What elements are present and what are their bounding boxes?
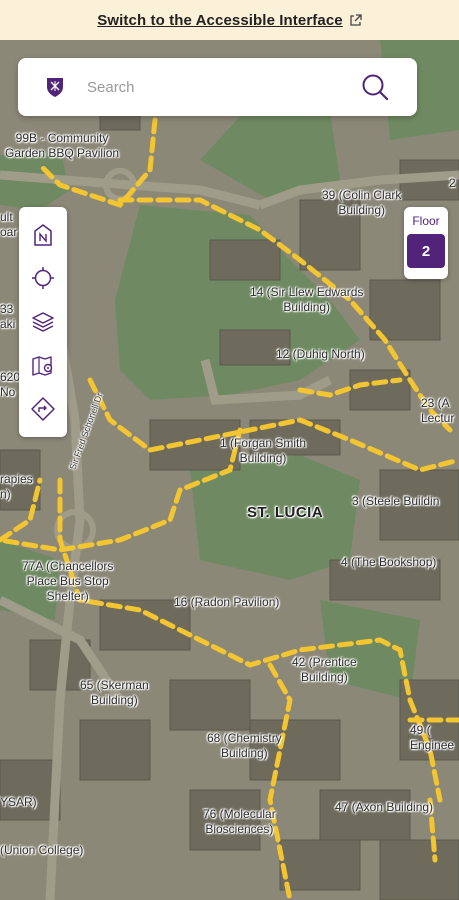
map-label[interactable]: 65 (Skerman Building) <box>80 678 149 708</box>
search-input[interactable] <box>85 77 329 97</box>
locate-me-button[interactable] <box>27 262 59 294</box>
map-label[interactable]: 39 (Colin Clark Building) <box>322 188 401 218</box>
map-label[interactable]: 4 (The Bookshop) <box>341 555 436 570</box>
north-compass-icon <box>34 223 52 246</box>
directions-button[interactable] <box>27 393 59 425</box>
map-label[interactable]: 42 (Prentice Building) <box>292 655 357 685</box>
map-label[interactable]: (Union College) <box>0 843 83 858</box>
directions-icon <box>31 397 55 421</box>
map-label[interactable]: 12 (Duhig North) <box>276 347 365 362</box>
map-label[interactable]: 16 (Radon Pavilion) <box>174 595 279 610</box>
crosshair-icon <box>32 267 54 290</box>
map-label[interactable]: 47 (Axon Building) <box>335 800 433 815</box>
map-label[interactable]: 33 aki <box>0 302 15 332</box>
map-label[interactable]: 3 (Steele Buildin <box>352 494 439 509</box>
map-label[interactable]: 99B - Community Garden BBQ Pavilion <box>5 131 119 161</box>
map-label[interactable]: 68 (Chemistry Building) <box>207 731 282 761</box>
map-label[interactable]: 14 (Sir Llew Edwards Building) <box>250 285 363 315</box>
search-bar[interactable] <box>18 58 417 116</box>
compass-north-button[interactable] <box>27 219 59 251</box>
accessible-interface-link[interactable]: Switch to the Accessible Interface <box>97 12 362 29</box>
campus-label: ST. LUCIA <box>247 504 324 521</box>
map-label[interactable]: 620 No <box>0 370 20 400</box>
map-toolbar <box>19 207 67 437</box>
floor-selector[interactable]: Floor 2 <box>404 207 448 279</box>
map-legend-button[interactable] <box>27 350 59 382</box>
map-label[interactable]: 23 (A Lectur <box>421 396 454 426</box>
floor-number-button[interactable]: 2 <box>407 234 445 268</box>
map-label[interactable]: YSAR) <box>0 795 37 810</box>
accessibility-banner: Switch to the Accessible Interface <box>0 0 459 40</box>
map-label[interactable]: 76 (Molecular Biosciences) <box>203 807 276 837</box>
floor-label: Floor <box>412 214 440 228</box>
map-label[interactable]: 77A (Chancellors Place Bus Stop Shelter) <box>22 559 113 604</box>
external-link-icon <box>350 14 362 26</box>
accessible-interface-link-text[interactable]: Switch to the Accessible Interface <box>97 12 342 29</box>
layers-button[interactable] <box>27 306 59 338</box>
layers-icon <box>32 312 54 332</box>
map-pin-icon <box>32 355 53 376</box>
search-icon[interactable] <box>361 73 389 101</box>
map-label[interactable]: rapies n) <box>0 472 33 502</box>
map-label[interactable]: 1 (Forgan Smith Building) <box>220 436 306 466</box>
map-label[interactable]: ult oar <box>0 210 17 240</box>
campus-map[interactable]: 99B - Community Garden BBQ Pavilion 39 (C… <box>0 40 459 900</box>
map-label[interactable]: 49 (Enginee <box>410 723 454 753</box>
map-label[interactable]: 2 <box>449 176 456 191</box>
map-canvas[interactable] <box>0 40 459 900</box>
uq-crest-icon <box>47 78 63 97</box>
